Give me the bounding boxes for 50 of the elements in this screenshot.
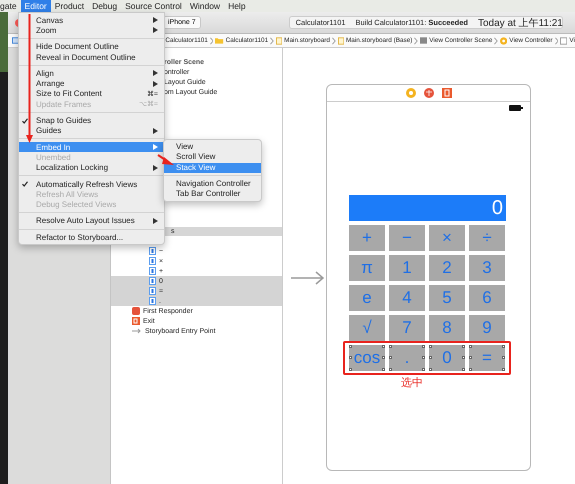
view-controller-icon xyxy=(500,36,508,44)
menu-item[interactable]: Canvas xyxy=(19,15,164,26)
chevron-icon xyxy=(210,36,214,44)
menu-bar-item[interactable]: Product xyxy=(50,0,88,12)
menu-item[interactable]: Localization Locking xyxy=(19,162,164,173)
menu-item[interactable]: Navigation Controller xyxy=(164,178,261,190)
chevron-icon xyxy=(554,36,558,44)
checkmark-icon xyxy=(22,181,28,187)
menu-item[interactable]: View xyxy=(164,142,261,152)
scene-icon xyxy=(420,37,428,44)
menu-item[interactable]: Reveal in Document Outline xyxy=(19,52,164,62)
annotation-label: 选中 xyxy=(401,376,424,390)
menu-item[interactable]: Arrange xyxy=(19,78,164,89)
view-controller-icon xyxy=(406,88,416,98)
menu-bar-item[interactable]: Source Control xyxy=(121,0,186,12)
file-icon xyxy=(276,36,282,44)
submenu-arrow-icon xyxy=(153,144,158,150)
exit-icon xyxy=(442,88,452,98)
chevron-icon xyxy=(270,36,274,44)
checkmark-icon xyxy=(22,118,28,124)
arrow-icon xyxy=(132,328,142,334)
menu-item[interactable]: Hide Document Outline xyxy=(19,42,164,52)
submenu-arrow-icon xyxy=(153,218,158,224)
battery-icon xyxy=(509,105,523,111)
menu-item[interactable]: Resolve Auto Layout Issues xyxy=(19,216,164,226)
menu-item[interactable]: Guides xyxy=(19,126,164,136)
menu-item[interactable]: Snap to Guides xyxy=(19,115,164,126)
file-icon xyxy=(338,36,344,44)
folder-icon xyxy=(215,37,224,44)
view-icon xyxy=(560,36,568,44)
menu-bar-item[interactable]: Help xyxy=(224,0,250,12)
menu-bar-item[interactable]: Debug xyxy=(88,0,122,12)
submenu-arrow-icon xyxy=(153,128,158,134)
exit-icon xyxy=(132,317,140,325)
menu-item[interactable]: Align xyxy=(19,68,164,78)
activity-text: Today at 上午11:21 xyxy=(478,16,563,30)
entry-point-arrow xyxy=(291,271,325,285)
submenu-arrow-icon xyxy=(153,164,158,171)
menu-bar-item[interactable]: Editor xyxy=(20,0,51,12)
menu-item[interactable]: Automatically Refresh Views xyxy=(19,178,164,190)
menu-bar-item[interactable]: Window xyxy=(186,0,224,12)
menu-item[interactable]: Scroll View xyxy=(164,152,261,163)
menu-bar-item[interactable]: gate xyxy=(0,0,21,12)
chevron-icon xyxy=(494,36,498,44)
chevron-icon xyxy=(332,36,336,44)
menu-item[interactable]: Tab Bar Controller xyxy=(164,189,261,200)
calculator-display: 0 xyxy=(349,195,506,221)
annotation-arrow xyxy=(157,154,174,165)
chevron-icon xyxy=(414,36,418,44)
menu-item[interactable]: Zoom xyxy=(19,25,164,36)
